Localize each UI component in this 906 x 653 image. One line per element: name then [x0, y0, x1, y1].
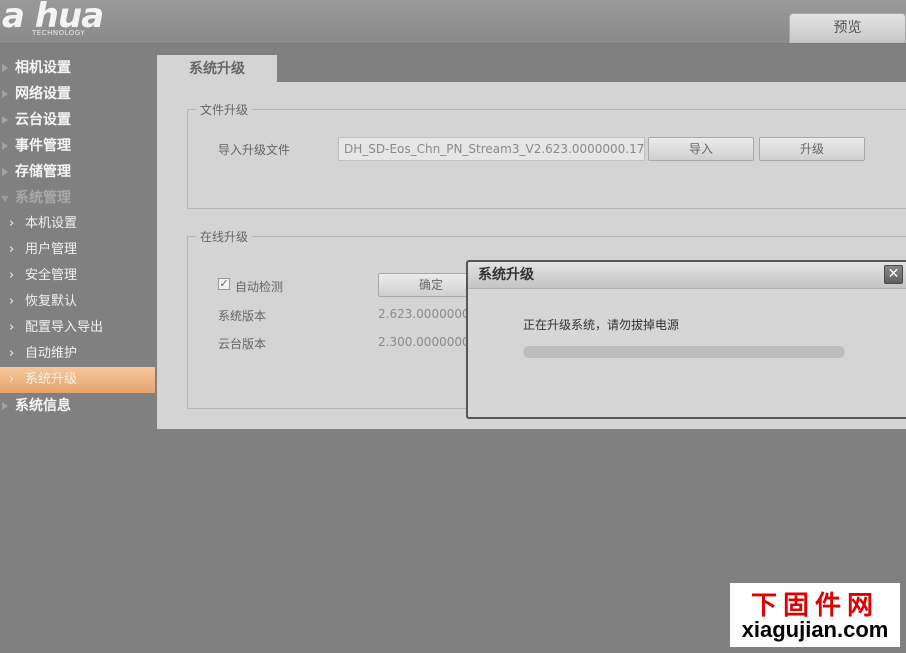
online-upgrade-legend: 在线升级 [200, 230, 249, 244]
triangle-right-icon [2, 402, 8, 410]
triangle-down-icon [1, 196, 9, 202]
logo-subtext: TECHNOLOGY [32, 29, 86, 37]
sidebar-item-label: 云台设置 [15, 112, 71, 128]
sidebar-subitem-restore-default[interactable]: › 恢复默认 [0, 289, 157, 315]
watermark-en-text: xiagujian.com [741, 617, 889, 642]
import-file-label: 导入升级文件 [218, 143, 291, 157]
dahua-logo: a hua TECHNOLOGY [2, 0, 142, 40]
chevron-right-icon: › [9, 268, 15, 283]
sidebar-subitem-security-management[interactable]: › 安全管理 [0, 263, 157, 289]
sidebar-subitem-local-settings[interactable]: › 本机设置 [0, 211, 157, 237]
sidebar-item-label: 事件管理 [15, 138, 71, 154]
tab-system-upgrade[interactable]: 系统升级 [157, 55, 277, 83]
system-version-label: 系统版本 [218, 309, 267, 323]
sidebar-subitem-auto-maintenance[interactable]: › 自动维护 [0, 341, 157, 367]
sidebar-item-system-management[interactable]: 系统管理 [0, 185, 157, 211]
dialog-message: 正在升级系统，请勿拔掉电源 [523, 318, 680, 332]
close-icon[interactable]: ✕ [884, 265, 903, 284]
sidebar-subitem-label: 本机设置 [25, 216, 78, 231]
triangle-right-icon [2, 142, 8, 150]
top-bar: a hua TECHNOLOGY 预览 [0, 0, 906, 44]
upgrade-progress-bar [523, 346, 845, 358]
sidebar-item-storage-management[interactable]: 存储管理 [0, 159, 157, 185]
sidebar-subitem-user-management[interactable]: › 用户管理 [0, 237, 157, 263]
chevron-right-icon: › [9, 372, 15, 387]
auto-detect-checkbox[interactable]: ✓ [218, 278, 230, 290]
sidebar-item-camera-settings[interactable]: 相机设置 [0, 55, 157, 81]
triangle-right-icon [2, 64, 8, 72]
sidebar-subitem-label: 自动维护 [25, 346, 78, 361]
sidebar-item-label: 网络设置 [15, 86, 71, 102]
chevron-right-icon: › [9, 216, 15, 231]
sidebar-subitem-label: 系统升级 [25, 372, 78, 387]
tab-preview[interactable]: 预览 [789, 13, 906, 43]
sidebar-item-label: 存储管理 [15, 164, 71, 180]
import-button[interactable]: 导入 [648, 137, 754, 161]
chevron-right-icon: › [9, 320, 15, 335]
triangle-right-icon [2, 116, 8, 124]
chevron-right-icon: › [9, 242, 15, 257]
sidebar-item-system-info[interactable]: 系统信息 [0, 393, 157, 419]
chevron-right-icon: › [9, 294, 15, 309]
sidebar-item-event-management[interactable]: 事件管理 [0, 133, 157, 159]
ptz-version-label: 云台版本 [218, 337, 267, 351]
sidebar-item-network-settings[interactable]: 网络设置 [0, 81, 157, 107]
sidebar: 相机设置 网络设置 云台设置 事件管理 存储管理 系统管理 › 本机设置 › 用… [0, 55, 157, 419]
sidebar-subitem-config-import-export[interactable]: › 配置导入导出 [0, 315, 157, 341]
triangle-right-icon [2, 90, 8, 98]
chevron-right-icon: › [9, 346, 15, 361]
sidebar-subitem-system-upgrade[interactable]: › 系统升级 [0, 367, 155, 393]
file-upgrade-legend: 文件升级 [200, 103, 249, 117]
sidebar-subitem-label: 恢复默认 [25, 294, 78, 309]
upgrade-dialog: 系统升级 ✕ 正在升级系统，请勿拔掉电源 [466, 260, 906, 419]
site-watermark: 下固件网 xiagujian.com [730, 583, 900, 647]
upgrade-file-input[interactable]: DH_SD-Eos_Chn_PN_Stream3_V2.623.0000000.… [338, 137, 645, 161]
sidebar-subitem-label: 安全管理 [25, 268, 78, 283]
sidebar-item-label: 系统信息 [15, 398, 71, 414]
auto-detect-label: 自动检测 [235, 280, 284, 294]
upgrade-button[interactable]: 升级 [759, 137, 865, 161]
sidebar-subitem-label: 配置导入导出 [25, 320, 104, 335]
dialog-title: 系统升级 [468, 262, 906, 289]
sidebar-item-label: 系统管理 [15, 190, 71, 206]
sidebar-item-ptz-settings[interactable]: 云台设置 [0, 107, 157, 133]
sidebar-subitem-label: 用户管理 [25, 242, 78, 257]
triangle-right-icon [2, 168, 8, 176]
sidebar-item-label: 相机设置 [15, 60, 71, 76]
